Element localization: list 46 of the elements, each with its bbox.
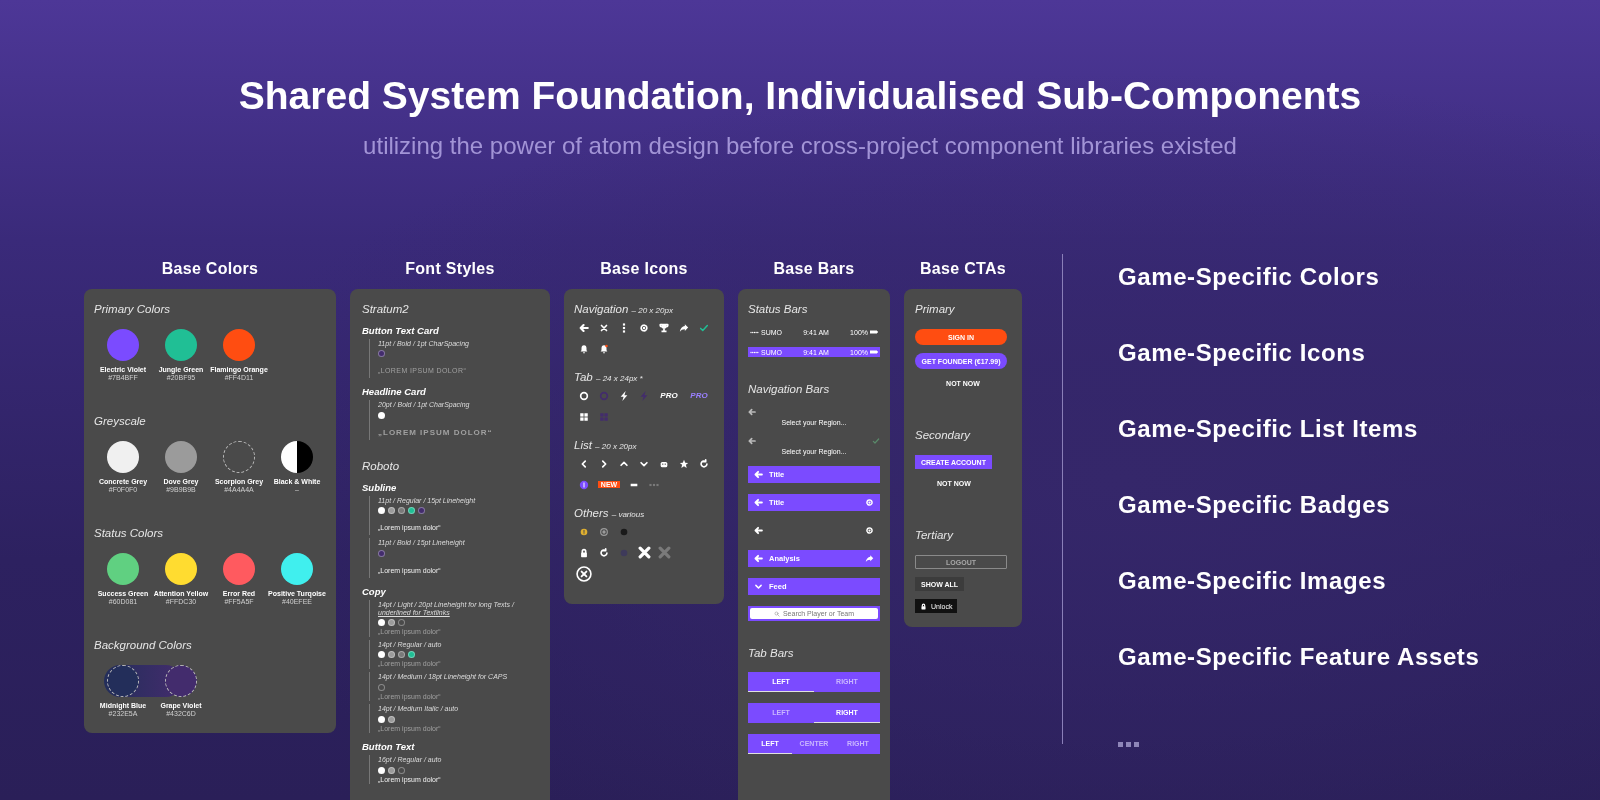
- battery-icon: [870, 330, 878, 334]
- column-heading: Base Icons: [600, 260, 688, 278]
- page-title: Shared System Foundation, Individualised Sub-Components: [238, 74, 1362, 118]
- feature-label: Game-Specific Images: [1118, 566, 1388, 596]
- column-heading: Base Bars: [773, 260, 855, 278]
- group-heading: Primary Colors: [94, 303, 171, 315]
- style-name: Button Text Card: [362, 325, 440, 336]
- lock-icon: [920, 602, 927, 610]
- bar-group-heading: Status Bars: [748, 303, 808, 315]
- pro-label: PRO: [660, 391, 678, 400]
- arrow-left-icon: [748, 408, 756, 416]
- sample-text: „LOREM IPSUM DOLOR“: [378, 428, 493, 438]
- signal-icon: [750, 350, 759, 354]
- icon-group-heading: List – 20 x 20px: [574, 439, 637, 451]
- feature-label: Game-Specific List Items: [1118, 414, 1419, 444]
- battery-icon: [870, 350, 878, 354]
- ellipsis-icon: [1118, 742, 1140, 747]
- column-heading: Font Styles: [405, 260, 495, 278]
- feature-label: Game-Specific Feature Assets: [1118, 642, 1480, 672]
- column-heading: Base Colors: [161, 260, 259, 278]
- search-icon: [773, 610, 780, 617]
- cta-group-heading: Tertiary: [915, 529, 953, 541]
- page-subtitle: utilizing the power of atom design before cross-project component libraries existed: [363, 132, 1237, 160]
- pro-label: PRO: [690, 391, 708, 400]
- cta-group-heading: Primary: [915, 303, 955, 315]
- font-family-heading: Stratum2: [362, 303, 409, 315]
- bar-group-heading: Tab Bars: [748, 647, 794, 659]
- icon-group-heading: Navigation – 20 x 20px: [574, 303, 673, 315]
- feature-label: Game-Specific Icons: [1118, 338, 1367, 368]
- style-name: Headline Card: [362, 386, 427, 398]
- feature-label: Game-Specific Colors: [1118, 262, 1381, 292]
- style-name: Subline: [362, 481, 398, 493]
- group-heading: Greyscale: [94, 415, 146, 427]
- cta-group-heading: Secondary: [915, 429, 970, 441]
- feature-label: Game-Specific Badges: [1118, 490, 1392, 520]
- icon-group-heading: Others – various: [574, 507, 645, 519]
- bar-group-heading: Navigation Bars: [748, 383, 830, 395]
- arrow-left-icon: [748, 437, 756, 445]
- signal-icon: [750, 330, 759, 334]
- column-heading: Base CTAs: [920, 260, 1006, 278]
- icon-group-heading: Tab – 24 x 24px *: [574, 371, 643, 383]
- group-heading: Status Colors: [94, 527, 164, 539]
- style-name: Button Text: [362, 741, 416, 753]
- group-heading: Background Colors: [94, 639, 192, 651]
- style-name: Copy: [362, 585, 387, 597]
- font-family-heading: Roboto: [362, 459, 400, 472]
